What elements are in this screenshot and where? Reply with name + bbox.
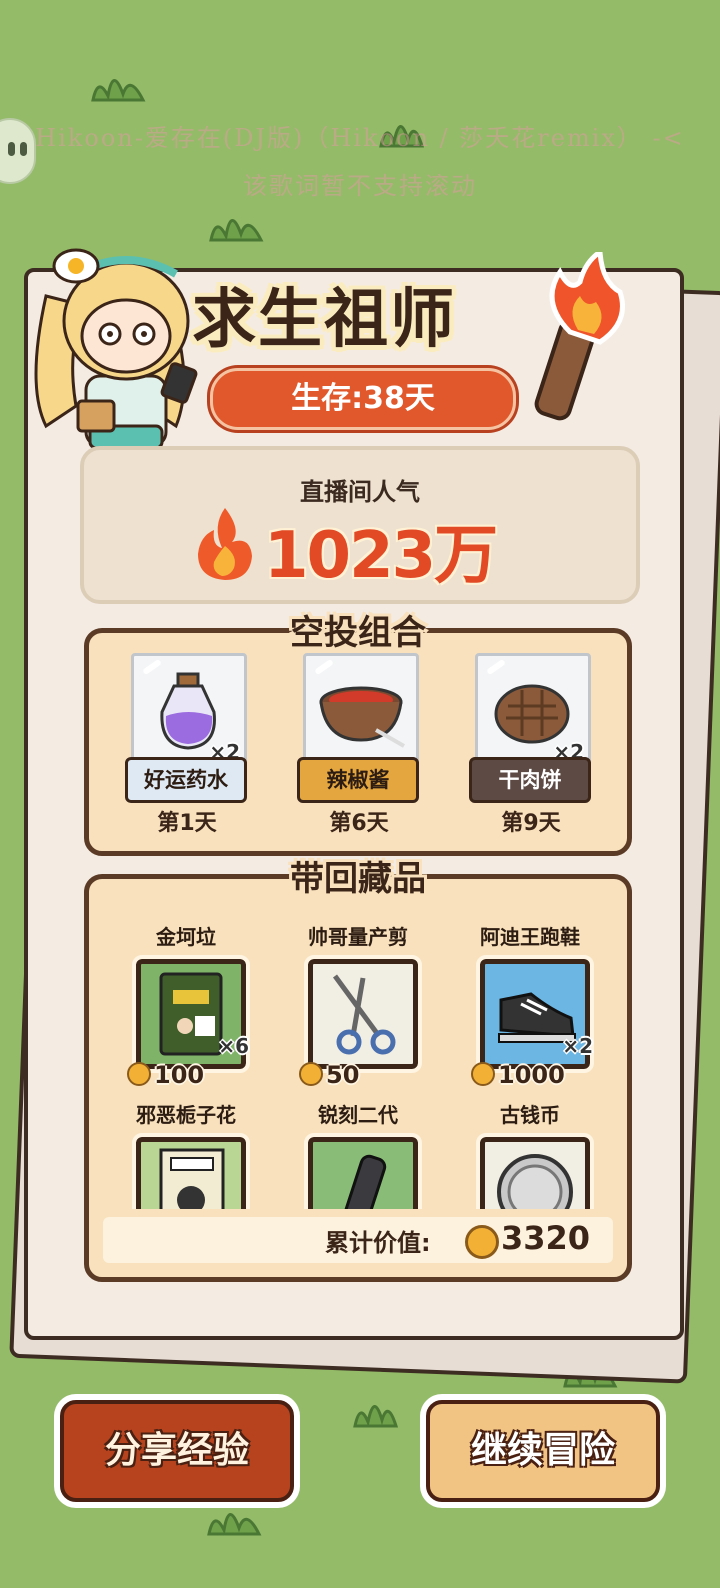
fertilizer-bag-icon — [159, 972, 223, 1056]
continue-adventure-button[interactable]: 继续冒险 — [426, 1400, 660, 1502]
airdrop-item-day: 第9天 — [501, 811, 561, 836]
airdrop-title: 空投组合 — [290, 613, 426, 653]
collectible-name: 古钱币 — [500, 1103, 560, 1127]
collectible-card — [476, 1133, 594, 1209]
flame-icon — [198, 508, 252, 580]
airdrop-item-day: 第1天 — [157, 811, 217, 836]
collectible-name: 帅哥量产剪 — [308, 925, 408, 949]
coin-icon — [471, 1062, 495, 1086]
torch-icon — [534, 252, 625, 421]
airdrop-item-card: ×2 — [131, 653, 247, 769]
meat-patty-icon — [494, 684, 570, 744]
popularity-label: 直播间人气 — [300, 478, 420, 506]
survival-days-badge: 生存:38天 — [210, 368, 516, 430]
popularity-value: 1023万 — [264, 519, 498, 593]
collectible-qty: ×2 — [562, 1034, 593, 1058]
collectible-name: 金坷垃 — [156, 925, 216, 949]
total-value: 3320 — [501, 1219, 591, 1257]
coin-icon — [465, 1225, 499, 1259]
collectible-card: ×6 — [132, 955, 250, 1073]
total-value-label: 累计价值: — [325, 1229, 431, 1257]
collectible-name: 阿迪王跑鞋 — [480, 925, 580, 949]
grass-tuft — [91, 79, 146, 102]
e-cigarette-icon — [339, 1154, 387, 1209]
collectible-qty: ×6 — [218, 1034, 249, 1058]
collectible-name: 邪恶栀子花 — [136, 1103, 236, 1127]
book-icon — [159, 1148, 225, 1209]
collectibles-grid[interactable]: 金坷垃 ×6 100 帅哥量产剪 50 阿迪王跑鞋 ×2 1000 邪恶栀子花 … — [89, 879, 627, 1209]
grass-tuft — [207, 1513, 262, 1536]
collectibles-section: 带回藏品 金坷垃 ×6 100 帅哥量产剪 50 阿迪王跑鞋 ×2 1000 邪… — [84, 859, 632, 1282]
coin-icon — [127, 1062, 151, 1086]
total-value-bar: 累计价值: 3320 — [103, 1217, 613, 1263]
lyric-line: Hikoon-爱存在(DJ版)（Hikoon / 莎夭花remix） -< — [35, 124, 685, 152]
share-experience-button[interactable]: 分享经验 — [60, 1400, 294, 1502]
page-title: 求生祖师 — [192, 283, 456, 357]
airdrop-item-name: 辣椒酱 — [297, 757, 419, 803]
lyric-line: 该歌词暂不支持滚动 — [243, 172, 477, 200]
scissors-icon — [332, 974, 396, 1055]
airdrop-item-day: 第6天 — [329, 811, 389, 836]
collectible-name: 锐刻二代 — [318, 1103, 398, 1127]
collectible-card: ×2 — [476, 955, 594, 1073]
grass-tuft — [353, 1405, 399, 1428]
collectible-price: 1000 — [471, 1061, 565, 1089]
chili-sauce-icon — [319, 686, 405, 748]
old-coin-icon — [497, 1154, 573, 1209]
popularity-panel: 直播间人气 1023万 — [80, 446, 640, 604]
airdrop-section: 空投组合 ×2 好运药水 第1天 辣椒酱 第6天 ×2 干肉饼 第9天 — [84, 613, 632, 856]
collectible-card — [304, 955, 422, 1073]
collectible-price: 100 — [127, 1061, 204, 1089]
collectible-price: 50 — [299, 1061, 359, 1089]
collectible-card: ×2 — [304, 1133, 422, 1209]
airdrop-item-card: ×2 — [475, 653, 591, 769]
collectible-card: ×2 — [132, 1133, 250, 1209]
airdrop-item-name: 干肉饼 — [469, 757, 591, 803]
coin-icon — [299, 1062, 323, 1086]
airdrop-item-card — [303, 653, 419, 769]
airdrop-item-name: 好运药水 — [125, 757, 247, 803]
